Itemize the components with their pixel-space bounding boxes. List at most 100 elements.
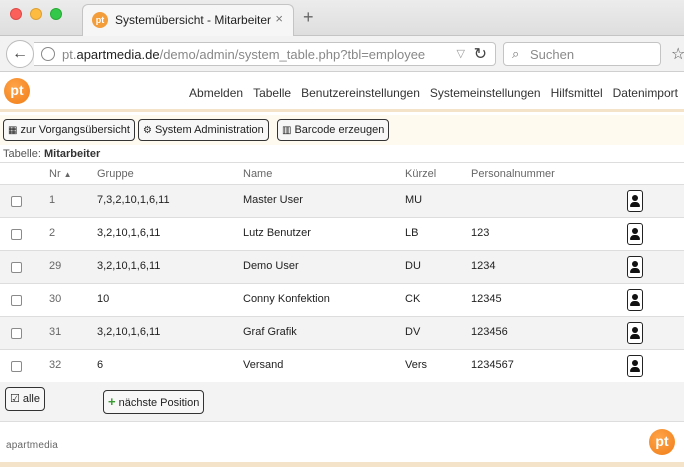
cell-gruppe: 7,3,2,10,1,6,11	[97, 194, 170, 206]
cell-kuerzel: LB	[405, 227, 419, 239]
cell-personalnummer: 123456	[471, 326, 508, 338]
cell-kuerzel: MU	[405, 194, 423, 206]
apartmedia-brand: apartmedia	[6, 440, 59, 451]
browser-toolbar: ← pt.apartmedia.de/demo/admin/system_tab…	[0, 36, 684, 72]
user-icon-body	[630, 301, 640, 306]
barcode-button[interactable]: ▥ Barcode erzeugen	[277, 119, 390, 141]
user-icon	[632, 327, 638, 333]
header-personalnummer[interactable]: Personalnummer	[471, 168, 555, 180]
new-tab-button[interactable]: +	[303, 8, 314, 26]
system-administration-label: System Administration	[154, 124, 264, 136]
cell-kuerzel: DV	[405, 326, 421, 338]
user-button[interactable]	[627, 355, 643, 377]
address-bar[interactable]: pt.apartmedia.de/demo/admin/system_table…	[34, 42, 496, 66]
header-name[interactable]: Name	[243, 168, 272, 180]
table-caption-name: Mitarbeiter	[43, 148, 101, 160]
table-row[interactable]: 31 3,2,10,1,6,11 Graf Grafik DV 123456	[0, 317, 684, 350]
reload-icon[interactable]: ↻	[474, 44, 487, 64]
search-input[interactable]: ⌕ Suchen	[503, 42, 661, 66]
select-all-label: alle	[22, 393, 40, 405]
minimize-window-button[interactable]	[30, 8, 42, 20]
select-all-button[interactable]: ☑ alle	[5, 387, 45, 411]
user-button[interactable]	[627, 256, 643, 278]
barcode-label: Barcode erzeugen	[294, 124, 385, 136]
checkbox-checked-icon: ☑	[10, 393, 20, 405]
bookmark-star-icon[interactable]: ☆	[671, 44, 684, 64]
user-icon-body	[630, 202, 640, 207]
table-row[interactable]: 30 10 Conny Konfektion CK 12345	[0, 284, 684, 317]
nav-benutzereinstellungen[interactable]: Benutzereinstellungen	[301, 86, 420, 100]
cell-personalnummer: 123	[471, 227, 490, 239]
user-button[interactable]	[627, 322, 643, 344]
header-gruppe[interactable]: Gruppe	[97, 168, 134, 180]
row-checkbox[interactable]	[11, 229, 22, 240]
cell-name: Conny Konfektion	[243, 293, 330, 305]
zoom-window-button[interactable]	[50, 8, 62, 20]
nav-systemeinstellungen[interactable]: Systemeinstellungen	[430, 86, 541, 100]
nav-datenimport[interactable]: Datenimport	[613, 86, 678, 100]
browser-titlebar: pt Systemübersicht - Mitarbeiter × +	[0, 0, 684, 36]
row-checkbox[interactable]	[11, 262, 22, 273]
row-checkbox[interactable]	[11, 196, 22, 207]
table-row[interactable]: 2 3,2,10,1,6,11 Lutz Benutzer LB 123	[0, 218, 684, 251]
cell-gruppe: 3,2,10,1,6,11	[97, 326, 161, 338]
nav-hilfsmittel[interactable]: Hilfsmittel	[551, 86, 603, 100]
pt-footer-logo: pt	[649, 429, 675, 455]
row-checkbox[interactable]	[11, 328, 22, 339]
sort-asc-icon: ▲	[63, 170, 72, 179]
url-path: /demo/admin/system_table.php?tbl=employe…	[159, 47, 426, 62]
close-window-button[interactable]	[10, 8, 22, 20]
table-row[interactable]: 1 7,3,2,10,1,6,11 Master User MU	[0, 185, 684, 218]
cell-nr: 30	[49, 293, 62, 305]
cell-kuerzel: DU	[405, 260, 421, 272]
cell-nr: 1	[49, 194, 56, 206]
next-position-label: nächste Position	[118, 397, 200, 409]
plus-icon: +	[108, 394, 116, 409]
user-icon	[632, 360, 638, 366]
table-row[interactable]: 29 3,2,10,1,6,11 Demo User DU 1234	[0, 251, 684, 284]
cell-gruppe: 10	[97, 293, 110, 305]
url-dropdown-icon[interactable]: ▽	[457, 47, 465, 60]
url-domain: apartmedia.de	[76, 47, 160, 62]
next-position-button[interactable]: + nächste Position	[103, 390, 205, 414]
table-row[interactable]: 32 6 Versand Vers 1234567	[0, 350, 684, 383]
vorgangsuebersicht-label: zur Vorgangsübersicht	[20, 124, 130, 136]
user-button[interactable]	[627, 223, 643, 245]
cell-gruppe: 3,2,10,1,6,11	[97, 227, 161, 239]
user-button[interactable]	[627, 289, 643, 311]
cell-nr: 29	[49, 260, 62, 272]
cell-kuerzel: Vers	[405, 359, 428, 371]
table-caption-prefix: Tabelle:	[3, 148, 41, 160]
user-icon	[632, 228, 638, 234]
tab-close-icon[interactable]: ×	[275, 11, 283, 26]
vorgangsuebersicht-button[interactable]: ▦ zur Vorgangsübersicht	[3, 119, 135, 141]
nav-abmelden[interactable]: Abmelden	[189, 86, 243, 100]
barcode-icon: ▥	[282, 125, 292, 136]
cell-nr: 31	[49, 326, 62, 338]
back-button[interactable]: ←	[6, 40, 34, 68]
apartmedia-logo: apartmedia	[6, 440, 58, 451]
url-prefix: pt.	[62, 47, 77, 62]
cell-personalnummer: 1234567	[471, 359, 514, 371]
user-icon-body	[630, 334, 640, 339]
user-icon-body	[630, 235, 640, 240]
url-text: pt.apartmedia.de/demo/admin/system_table…	[62, 47, 425, 62]
system-administration-button[interactable]: ⚙ System Administration	[138, 119, 269, 141]
search-placeholder: Suchen	[530, 47, 575, 62]
user-button[interactable]	[627, 190, 643, 212]
cell-gruppe: 6	[97, 359, 104, 371]
table-header: Nr ▲ Gruppe Name Kürzel Personalnummer	[0, 163, 684, 185]
tab-title: Systemübersicht - Mitarbeiter	[115, 13, 272, 27]
pt-logo[interactable]: pt	[4, 78, 30, 104]
cell-name: Versand	[243, 359, 284, 371]
cell-gruppe: 3,2,10,1,6,11	[97, 260, 161, 272]
action-bar: ▦ zur Vorgangsübersicht ⚙ System Administr…	[0, 115, 684, 145]
row-checkbox[interactable]	[11, 361, 22, 372]
header-kuerzel[interactable]: Kürzel	[405, 168, 436, 180]
table-caption: Tabelle: Mitarbeiter	[3, 148, 100, 160]
row-checkbox[interactable]	[11, 295, 22, 306]
header-nr-label: Nr	[49, 168, 61, 180]
nav-tabelle[interactable]: Tabelle	[253, 86, 291, 100]
header-nr[interactable]: Nr ▲	[49, 168, 72, 180]
browser-tab[interactable]: pt Systemübersicht - Mitarbeiter ×	[82, 4, 294, 36]
